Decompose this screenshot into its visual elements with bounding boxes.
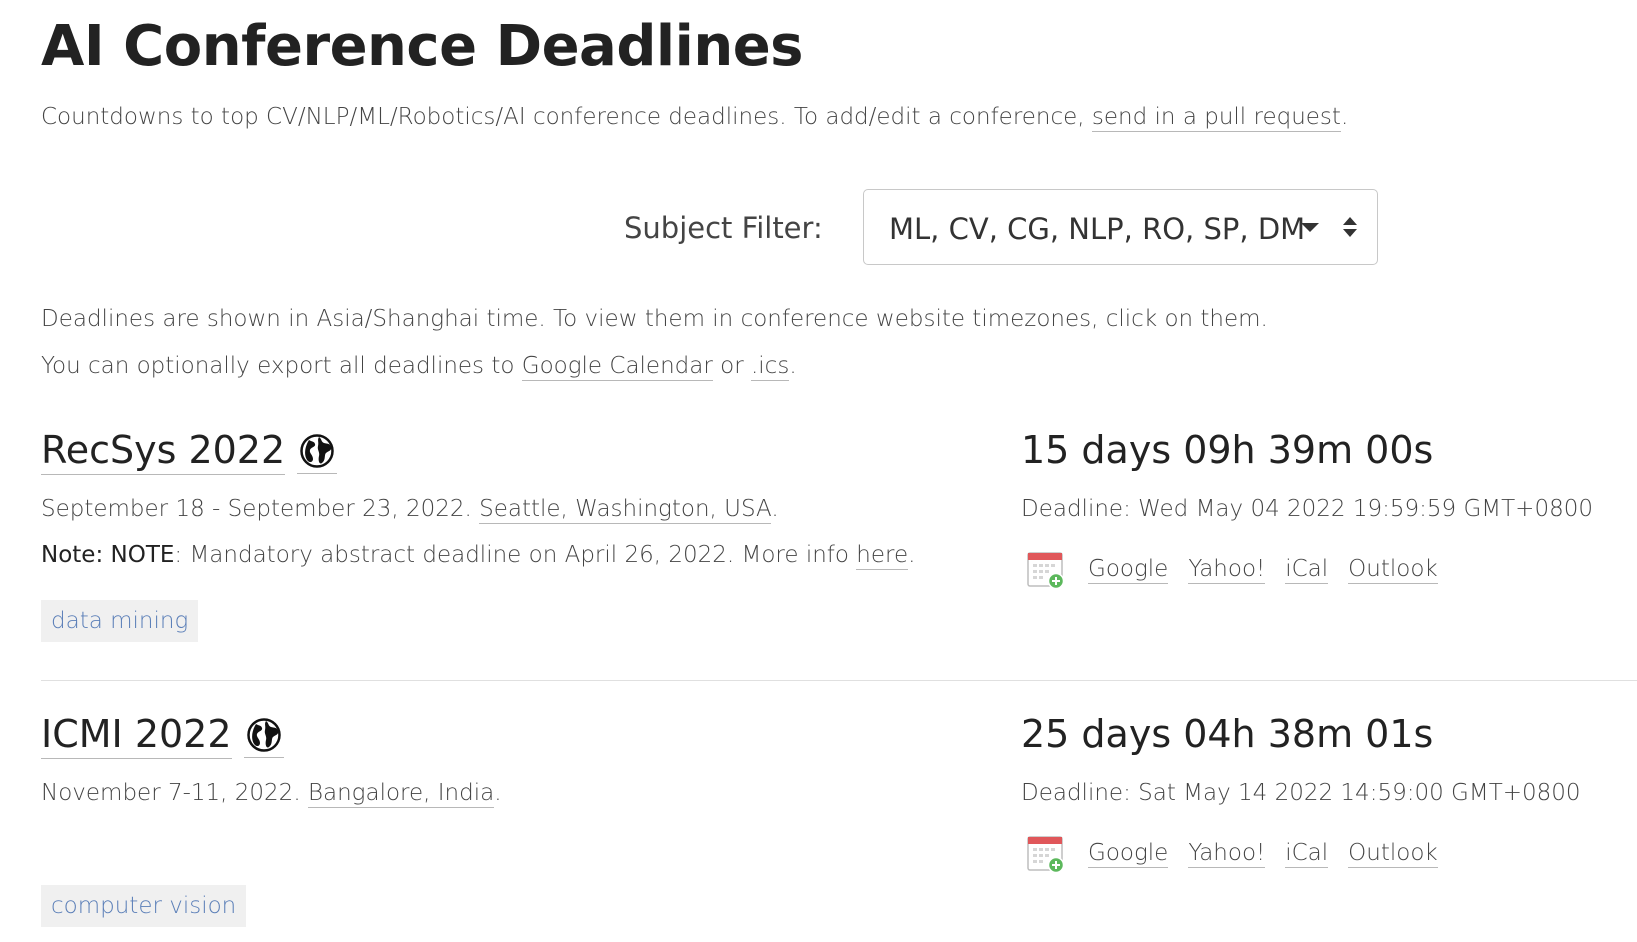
export-or: or: [712, 353, 751, 379]
conference-dates-text: November 7-11, 2022.: [41, 780, 308, 806]
google-calendar-link[interactable]: Google: [1088, 840, 1169, 868]
outlook-calendar-link[interactable]: Outlook: [1348, 556, 1438, 584]
subject-filter-row: Subject Filter: ML, CV, CG, NLP, RO, SP,…: [0, 189, 1637, 265]
ical-link[interactable]: iCal: [1285, 556, 1329, 584]
pull-request-link[interactable]: send in a pull request: [1091, 104, 1341, 132]
conference-item: RecSys 2022 September 18 - September 23,…: [0, 428, 1637, 680]
select-arrows-icon: [1342, 217, 1358, 239]
conference-name-link[interactable]: RecSys 2022: [41, 428, 286, 475]
deadline-text: Deadline: Wed May 04 2022 19:59:59 GMT+0…: [1021, 496, 1593, 522]
yahoo-calendar-link[interactable]: Yahoo!: [1188, 840, 1266, 868]
conference-item: ICMI 2022 November 7-11, 2022. Bangalore…: [0, 712, 1637, 942]
subject-tag[interactable]: data mining: [41, 600, 199, 642]
note-here-link[interactable]: here: [856, 542, 909, 570]
deadline-text: Deadline: Sat May 14 2022 14:59:00 GMT+0…: [1021, 780, 1581, 806]
conference-dates: September 18 - September 23, 2022. Seatt…: [41, 496, 779, 524]
intro: Countdowns to top CV/NLP/ML/Robotics/AI …: [41, 104, 1349, 132]
note-label: Note: NOTE: [41, 542, 175, 568]
export-note: You can optionally export all deadlines …: [41, 353, 797, 381]
add-to-calendar-row: Google Yahoo! iCal Outlook: [1026, 550, 1458, 590]
subject-filter-select[interactable]: ML, CV, CG, NLP, RO, SP, DM: [863, 189, 1378, 265]
subject-filter-label: Subject Filter:: [624, 211, 823, 245]
export-prefix: You can optionally export all deadlines …: [41, 353, 522, 379]
conference-name-link[interactable]: ICMI 2022: [41, 712, 232, 759]
conference-location-link[interactable]: Seattle, Washington, USA: [479, 496, 772, 524]
countdown-timer: 15 days 09h 39m 00s: [1021, 428, 1434, 472]
yahoo-calendar-link[interactable]: Yahoo!: [1188, 556, 1266, 584]
calendar-add-icon: [1026, 834, 1066, 874]
ics-export-link[interactable]: .ics: [750, 353, 790, 381]
subject-filter-value: ML, CV, CG, NLP, RO, SP, DM: [889, 212, 1306, 246]
globe-icon[interactable]: [297, 430, 338, 474]
caret-down-icon: [1301, 223, 1319, 232]
note-end: .: [908, 542, 916, 568]
countdown-timer: 25 days 04h 38m 01s: [1021, 712, 1434, 756]
conference-note: Note: NOTE: Mandatory abstract deadline …: [41, 542, 916, 570]
page-title: AI Conference Deadlines: [41, 14, 804, 79]
conference-dates: November 7-11, 2022. Bangalore, India.: [41, 780, 502, 808]
location-end: .: [771, 496, 779, 522]
google-calendar-link[interactable]: Google: [1088, 556, 1169, 584]
intro-end: .: [1340, 104, 1349, 130]
conference-title: ICMI 2022: [41, 712, 284, 759]
ical-link[interactable]: iCal: [1285, 840, 1329, 868]
outlook-calendar-link[interactable]: Outlook: [1348, 840, 1438, 868]
subject-tag[interactable]: computer vision: [41, 885, 247, 927]
globe-icon[interactable]: [243, 714, 284, 758]
intro-text: Countdowns to top CV/NLP/ML/Robotics/AI …: [41, 104, 1092, 130]
conference-location-link[interactable]: Bangalore, India: [307, 780, 495, 808]
calendar-add-icon: [1026, 550, 1066, 590]
conference-divider: [41, 680, 1637, 681]
note-text: : Mandatory abstract deadline on April 2…: [174, 542, 857, 568]
timezone-note: Deadlines are shown in Asia/Shanghai tim…: [41, 306, 1268, 332]
export-end: .: [789, 353, 797, 379]
conference-title: RecSys 2022: [41, 428, 338, 475]
conference-dates-text: September 18 - September 23, 2022.: [41, 496, 480, 522]
location-end: .: [494, 780, 502, 806]
page: AI Conference Deadlines Countdowns to to…: [0, 0, 1637, 942]
google-calendar-export-link[interactable]: Google Calendar: [521, 353, 713, 381]
add-to-calendar-row: Google Yahoo! iCal Outlook: [1026, 834, 1458, 874]
